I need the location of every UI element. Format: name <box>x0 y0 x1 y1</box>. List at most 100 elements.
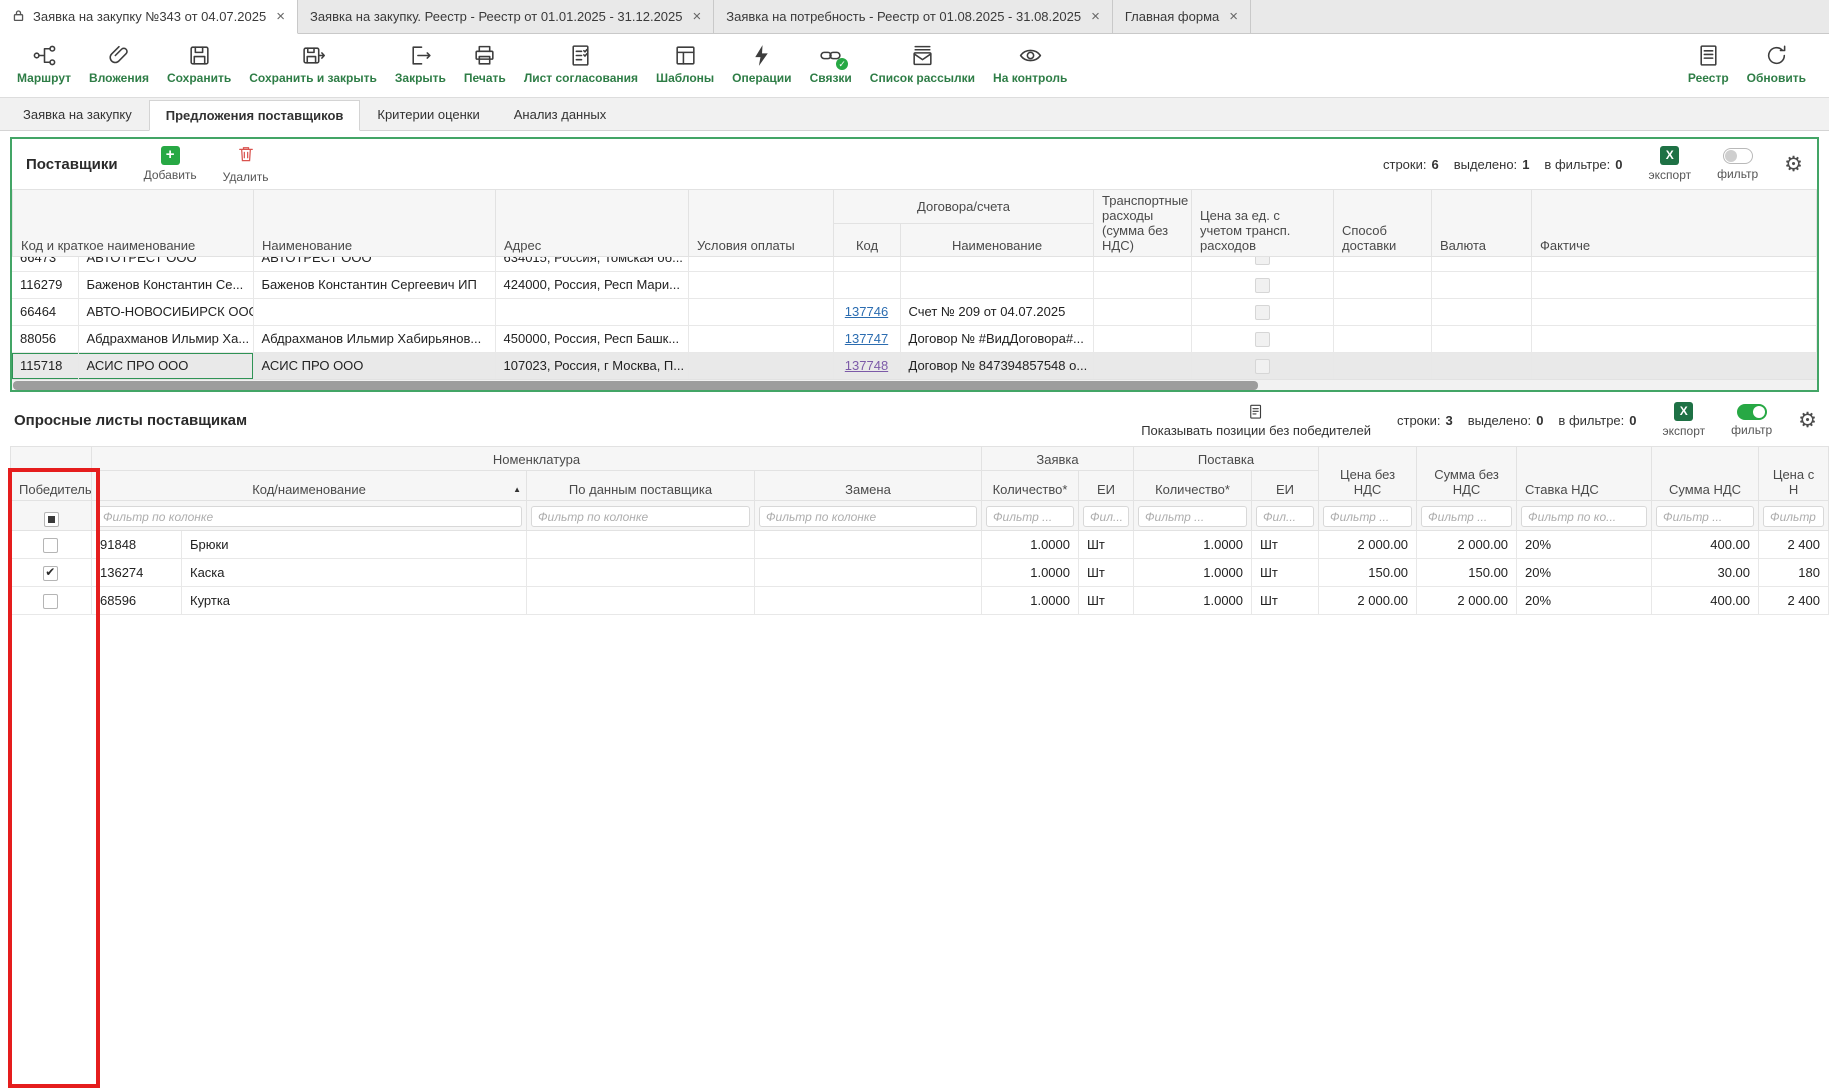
export-excel-button[interactable]: X экспорт <box>1649 146 1692 182</box>
refresh-button[interactable]: Обновить <box>1738 40 1815 87</box>
export-excel-button[interactable]: X экспорт <box>1663 402 1706 438</box>
filter-input-ei-request[interactable] <box>1083 506 1129 527</box>
sort-asc-icon[interactable]: ▲ <box>513 485 521 494</box>
tab-supplier-offers[interactable]: Предложения поставщиков <box>149 100 361 131</box>
horizontal-scrollbar-thumb[interactable] <box>13 381 1258 390</box>
winner-checkbox[interactable] <box>43 594 58 609</box>
window-tab-purchase-registry[interactable]: Заявка на закупку. Реестр - Реестр от 01… <box>298 0 714 33</box>
price-per-unit-checkbox[interactable] <box>1255 305 1270 320</box>
col-header-price-no-vat[interactable]: Цена без НДС <box>1319 447 1417 501</box>
supplier-row[interactable]: 66464 АВТО-НОВОСИБИРСК ООО 137746 Счет №… <box>12 298 1817 325</box>
filter-input-replacement[interactable] <box>759 506 977 527</box>
winner-checkbox[interactable] <box>43 538 58 553</box>
filter-input-ei-supply[interactable] <box>1256 506 1314 527</box>
col-header-ei-supply[interactable]: ЕИ <box>1252 471 1319 501</box>
close-tab-icon[interactable]: × <box>1091 9 1100 24</box>
window-tab-need-registry[interactable]: Заявка на потребность - Реестр от 01.08.… <box>714 0 1113 33</box>
save-and-close-button[interactable]: Сохранить и закрыть <box>240 40 386 87</box>
horizontal-scrollbar-track[interactable] <box>12 379 1817 390</box>
col-header-delivery-method[interactable]: Способ доставки <box>1334 190 1432 257</box>
on-control-button[interactable]: На контроль <box>984 40 1076 87</box>
save-button[interactable]: Сохранить <box>158 40 240 87</box>
select-all-checkbox[interactable] <box>44 512 59 527</box>
filter-input-price-with-vat[interactable] <box>1763 506 1824 527</box>
templates-button[interactable]: Шаблоны <box>647 40 723 87</box>
links-icon: ✓ <box>818 42 843 68</box>
col-header-sum-no-vat[interactable]: Сумма без НДС <box>1417 447 1517 501</box>
filter-input-code-name[interactable] <box>96 506 522 527</box>
col-header-actual[interactable]: Фактиче <box>1532 190 1817 257</box>
supplier-row-selected[interactable]: 115718 АСИС ПРО ООО АСИС ПРО ООО 107023,… <box>12 352 1817 379</box>
tab-data-analysis[interactable]: Анализ данных <box>497 99 624 130</box>
supplier-row[interactable]: 116279 Баженов Константин Се... Баженов … <box>12 271 1817 298</box>
col-header-contract-code[interactable]: Код <box>834 223 901 257</box>
contract-code-link[interactable]: 137748 <box>845 358 888 373</box>
window-tab-purchase-request[interactable]: Заявка на закупку №343 от 04.07.2025 × <box>0 0 298 34</box>
print-button[interactable]: Печать <box>455 40 515 87</box>
attachments-button[interactable]: Вложения <box>80 40 158 87</box>
questionnaire-row[interactable]: 68596 Куртка 1.0000 Шт 1.0000 Шт 2 000.0… <box>11 587 1829 615</box>
filter-input-price-no-vat[interactable] <box>1323 506 1412 527</box>
col-header-vat-rate[interactable]: Ставка НДС <box>1517 447 1652 501</box>
supplier-row[interactable]: 88056 Абдрахманов Ильмир Ха... Абдрахман… <box>12 325 1817 352</box>
add-supplier-button[interactable]: + Добавить <box>144 146 197 182</box>
registry-button[interactable]: Реестр <box>1679 40 1738 87</box>
mailing-list-button[interactable]: Список рассылки <box>861 40 984 87</box>
col-header-currency[interactable]: Валюта <box>1432 190 1532 257</box>
delete-supplier-button[interactable]: Удалить <box>223 144 269 184</box>
price-per-unit-checkbox[interactable] <box>1255 257 1270 265</box>
price-per-unit-checkbox[interactable] <box>1255 278 1270 293</box>
tab-purchase-request[interactable]: Заявка на закупку <box>6 99 149 130</box>
filter-input-sum-no-vat[interactable] <box>1421 506 1512 527</box>
close-tab-icon[interactable]: × <box>276 9 285 24</box>
close-button[interactable]: Закрыть <box>386 40 455 87</box>
links-button[interactable]: ✓ Связки <box>801 40 861 87</box>
close-tab-icon[interactable]: × <box>1229 9 1238 24</box>
filter-input-vat-sum[interactable] <box>1656 506 1754 527</box>
supplier-row[interactable]: 66473 АВТОТРЕСТ ООО АВТОТРЕСТ ООО 634015… <box>12 257 1817 271</box>
gear-icon[interactable]: ⚙ <box>1798 410 1817 431</box>
col-header-price-per-unit[interactable]: Цена за ед. с учетом трансп. расходов <box>1192 190 1334 257</box>
col-header-qty-supply[interactable]: Количество* <box>1134 471 1252 501</box>
col-header-name[interactable]: Наименование <box>254 190 496 257</box>
col-header-code-name[interactable]: Код/наименование▲ <box>92 471 527 501</box>
close-tab-icon[interactable]: × <box>693 9 702 24</box>
gear-icon[interactable]: ⚙ <box>1784 154 1803 175</box>
show-positions-without-winners-control[interactable]: Показывать позиции без победителей <box>1141 403 1371 438</box>
winner-checkbox-checked[interactable] <box>43 566 58 581</box>
questionnaire-row[interactable]: 136274 Каска 1.0000 Шт 1.0000 Шт 150.00 … <box>11 559 1829 587</box>
suppliers-filter-toggle[interactable]: фильтр <box>1717 148 1758 181</box>
col-header-ei-request[interactable]: ЕИ <box>1079 471 1134 501</box>
price-per-unit-checkbox[interactable] <box>1255 332 1270 347</box>
delivery-method-cell <box>1333 325 1431 352</box>
toggle-on-switch[interactable] <box>1737 404 1767 420</box>
col-header-payment-terms[interactable]: Условия оплаты <box>689 190 834 257</box>
filter-input-vat-rate[interactable] <box>1521 506 1647 527</box>
col-header-transport-costs[interactable]: Транспортные расходы (сумма без НДС) <box>1094 190 1192 257</box>
filter-input-qty-request[interactable] <box>986 506 1074 527</box>
route-button[interactable]: Маршрут <box>8 40 80 87</box>
col-header-winner[interactable]: Победитель <box>11 447 92 501</box>
filter-cell <box>527 501 755 531</box>
contract-code-link[interactable]: 137747 <box>845 331 888 346</box>
filter-input-qty-supply[interactable] <box>1138 506 1247 527</box>
filter-input-by-supplier[interactable] <box>531 506 750 527</box>
questionnaire-row[interactable]: 91848 Брюки 1.0000 Шт 1.0000 Шт 2 000.00… <box>11 531 1829 559</box>
window-tab-main-form[interactable]: Главная форма × <box>1113 0 1251 33</box>
suppliers-table-header: Код и краткое наименование Наименование … <box>12 189 1817 257</box>
price-per-unit-checkbox[interactable] <box>1255 359 1270 374</box>
col-header-replacement[interactable]: Замена <box>755 471 982 501</box>
toggle-off-switch[interactable] <box>1723 148 1753 164</box>
col-header-qty-request[interactable]: Количество* <box>982 471 1079 501</box>
tab-evaluation-criteria[interactable]: Критерии оценки <box>360 99 496 130</box>
operations-button[interactable]: Операции <box>723 40 800 87</box>
col-header-price-with-vat[interactable]: Цена с Н <box>1759 447 1829 501</box>
questionnaire-filter-toggle[interactable]: фильтр <box>1731 404 1772 437</box>
contract-code-link[interactable]: 137746 <box>845 304 888 319</box>
col-header-contract-name[interactable]: Наименование <box>901 223 1094 257</box>
col-header-address[interactable]: Адрес <box>496 190 689 257</box>
approval-sheet-button[interactable]: Лист согласования <box>515 40 647 87</box>
col-header-code-shortname[interactable]: Код и краткое наименование <box>13 190 254 257</box>
col-header-vat-sum[interactable]: Сумма НДС <box>1652 447 1759 501</box>
col-header-by-supplier[interactable]: По данным поставщика <box>527 471 755 501</box>
